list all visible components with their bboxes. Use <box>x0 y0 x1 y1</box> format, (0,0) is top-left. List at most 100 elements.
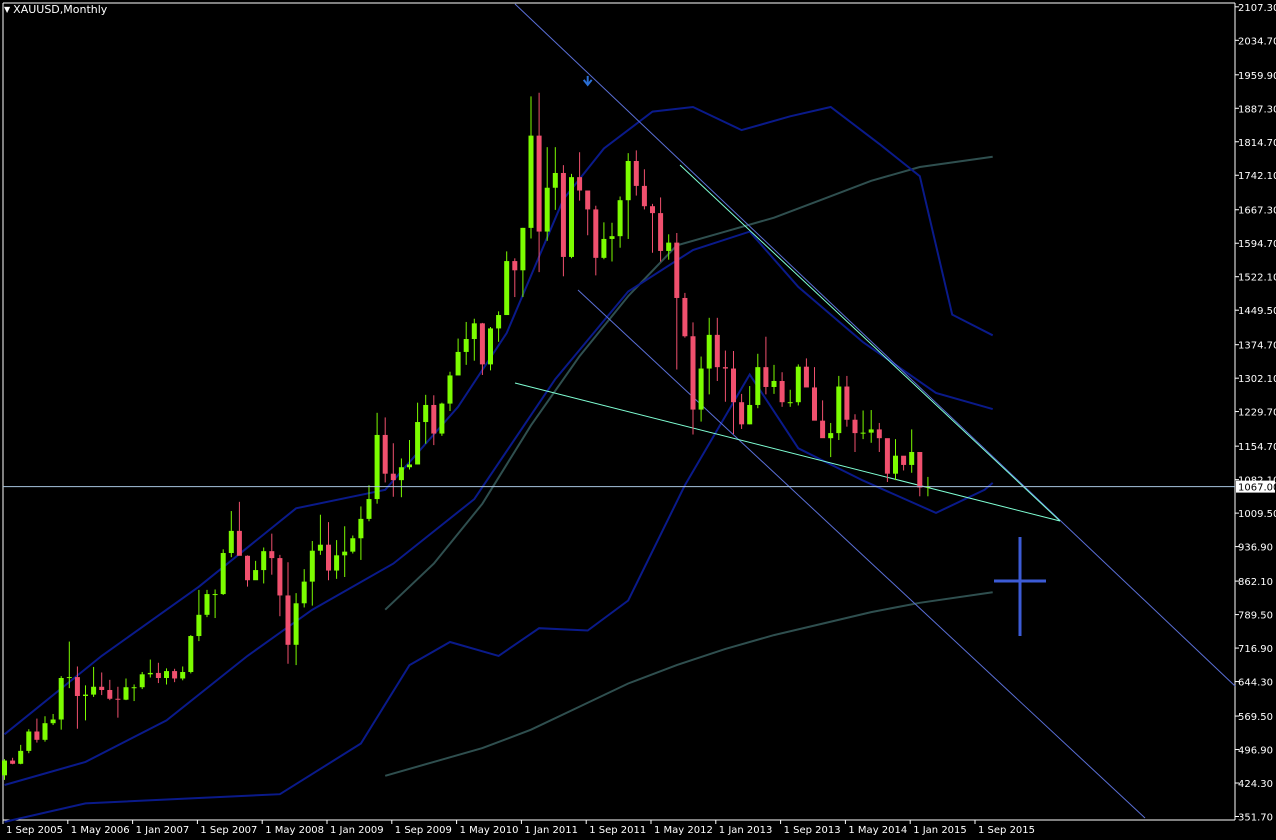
candle-body <box>2 760 7 776</box>
candle-body <box>658 213 664 251</box>
x-tick-label: 1 Jan 2007 <box>136 825 190 836</box>
y-tick-label: 1814.70 <box>1238 138 1276 149</box>
candle-body <box>552 172 558 188</box>
candle-body <box>779 380 785 403</box>
y-tick-label: 1374.70 <box>1238 341 1276 352</box>
candle-body <box>447 375 453 404</box>
candle-body <box>803 366 809 388</box>
x-tick-label: 1 May 2006 <box>71 825 130 836</box>
candle-body <box>577 177 583 191</box>
candle-body <box>269 551 275 559</box>
candle-body <box>180 672 186 679</box>
candle-body <box>261 551 267 571</box>
candle-body <box>463 339 469 352</box>
candle-body <box>909 452 915 465</box>
candle <box>569 173 574 259</box>
candle <box>795 364 801 406</box>
candle-body <box>690 336 696 410</box>
y-tick-label: 1229.70 <box>1238 408 1276 419</box>
candle-body <box>893 455 898 474</box>
candle-body <box>285 595 291 645</box>
candle-body <box>471 323 477 340</box>
candle-body <box>66 677 72 679</box>
candle-body <box>228 530 234 554</box>
candle-body <box>666 242 672 251</box>
candle-body <box>382 434 388 474</box>
candle-body <box>172 671 178 679</box>
chart-title-bar[interactable]: ▼ XAUUSD,Monthly <box>4 3 107 16</box>
x-tick-label: 1 Sep 2007 <box>200 825 257 836</box>
y-tick-label: 496.90 <box>1238 746 1273 757</box>
candle-body <box>374 434 380 500</box>
candle-body <box>755 367 761 405</box>
candle-body <box>747 404 753 425</box>
candle-body <box>277 558 283 596</box>
candle-body <box>787 402 793 404</box>
candle-body <box>836 386 842 434</box>
chart-background <box>0 0 1276 840</box>
y-tick-label: 2107.30 <box>1238 3 1276 14</box>
y-tick-label: 1522.10 <box>1238 273 1276 284</box>
y-tick-label: 1959.90 <box>1238 71 1276 82</box>
candle-body <box>358 518 364 539</box>
candle-body <box>504 261 510 316</box>
candle-body <box>131 687 137 689</box>
candle-body <box>301 581 307 604</box>
price-chart[interactable]: 2107.30 2034.70 1959.90 1887.30 1814.70 1742.… <box>0 0 1276 840</box>
candle-body <box>520 227 526 271</box>
candle-body <box>479 323 485 365</box>
candle-body <box>674 242 680 298</box>
candle-body <box>650 206 655 214</box>
y-tick-label: 1009.50 <box>1238 509 1276 520</box>
candle-body <box>350 538 356 552</box>
y-tick-label: 2034.70 <box>1238 36 1276 47</box>
x-tick-label: 1 Jan 2013 <box>719 825 773 836</box>
candle-body <box>139 674 145 688</box>
candle-body <box>34 731 40 740</box>
candle-body <box>196 614 202 637</box>
candle-body <box>155 672 161 679</box>
candle-body <box>698 368 704 410</box>
current-price-label: 1067.00 <box>1238 483 1276 494</box>
y-tick-label: 1449.50 <box>1238 306 1276 317</box>
candle-body <box>147 672 153 675</box>
candle-body <box>739 402 745 425</box>
y-tick-label: 1594.70 <box>1238 239 1276 250</box>
candle-body <box>91 686 97 695</box>
y-tick-label: 1302.10 <box>1238 374 1276 385</box>
candle-body <box>293 603 299 645</box>
candle-body <box>83 694 88 696</box>
candle <box>139 672 145 690</box>
candle-body <box>326 544 331 571</box>
y-tick-label: 1667.30 <box>1238 206 1276 217</box>
y-tick-label: 1742.10 <box>1238 171 1276 182</box>
candle-body <box>528 135 534 228</box>
candle <box>220 549 226 595</box>
candle-body <box>917 452 923 488</box>
x-tick-label: 1 May 2008 <box>265 825 324 836</box>
candle <box>439 402 445 436</box>
candle-body <box>236 530 242 556</box>
candle-body <box>609 236 615 239</box>
candle-body <box>706 334 712 369</box>
candle-body <box>795 366 801 403</box>
triangle-down-icon[interactable]: ▼ <box>4 5 10 14</box>
candle-body <box>107 689 113 699</box>
candle-body <box>771 380 777 387</box>
candle-body <box>204 594 210 615</box>
candle-body <box>560 172 566 257</box>
candle-body <box>212 594 218 596</box>
y-tick-label: 862.10 <box>1238 577 1273 588</box>
candle-body <box>164 671 169 679</box>
candle-body <box>884 438 890 474</box>
candle-body <box>334 555 340 571</box>
y-tick-label: 644.30 <box>1238 678 1273 689</box>
x-tick-label: 1 May 2010 <box>460 825 519 836</box>
candle-body <box>18 750 24 764</box>
candle-body <box>42 723 48 740</box>
candle-body <box>593 209 599 258</box>
candle <box>488 327 493 371</box>
candle-body <box>585 190 591 210</box>
candle-body <box>641 185 647 207</box>
candle-body <box>188 636 194 673</box>
